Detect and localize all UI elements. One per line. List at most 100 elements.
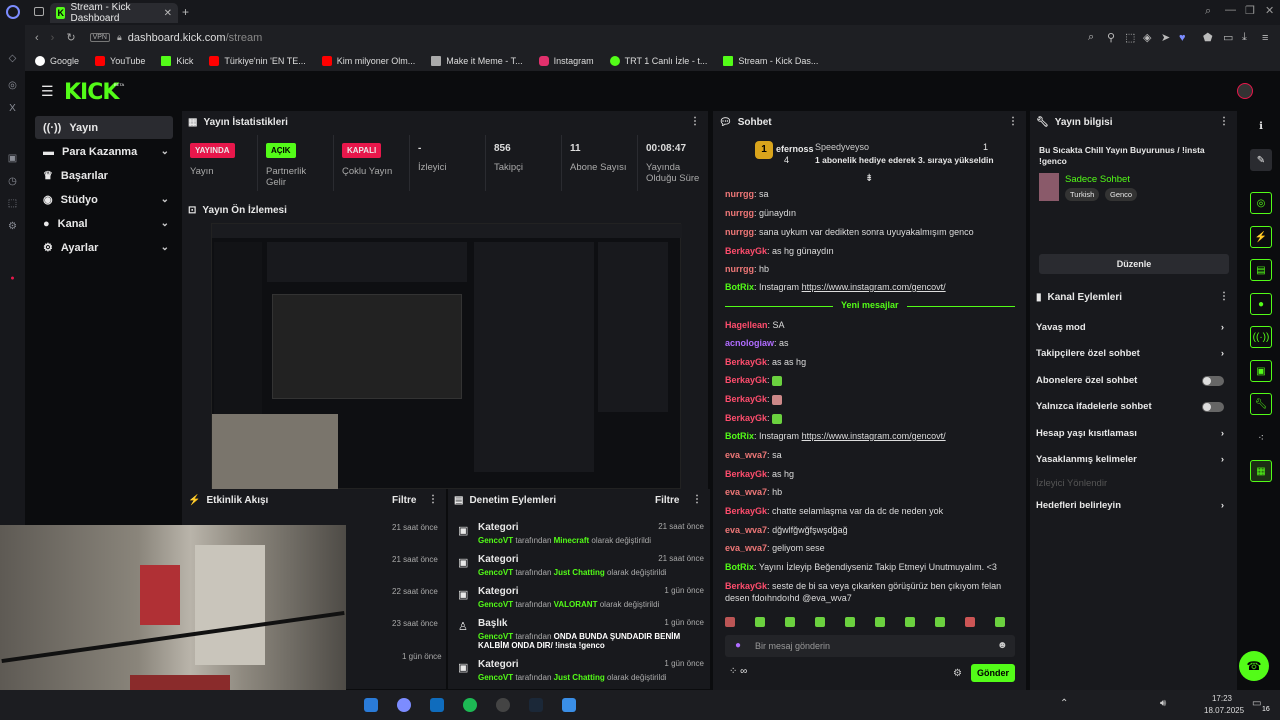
- chat-icon[interactable]: ●: [1250, 293, 1272, 315]
- wrench-icon[interactable]: 🔧︎: [1250, 393, 1272, 415]
- bookmark-instagram[interactable]: Instagram: [538, 55, 594, 66]
- aria-icon[interactable]: ◇: [7, 53, 18, 64]
- outlook-icon[interactable]: [430, 698, 444, 712]
- more-icon[interactable]: ⋮: [428, 494, 438, 505]
- followers-only-row[interactable]: Takipçilere özel sohbet ›: [1030, 348, 1230, 359]
- steam-icon[interactable]: [364, 698, 378, 712]
- bookmark-kick-dashboard[interactable]: Stream - Kick Das...: [723, 55, 818, 66]
- more-icon[interactable]: ⋮: [1219, 291, 1229, 302]
- goals-row[interactable]: Hedefleri belirleyin ›: [1030, 500, 1230, 511]
- spotify-icon[interactable]: [463, 698, 477, 712]
- gift-user[interactable]: Speedyveyso: [815, 142, 869, 152]
- heart-icon[interactable]: ♥: [1179, 32, 1186, 44]
- menu-icon[interactable]: ≡: [1262, 32, 1268, 44]
- emote-icon[interactable]: [905, 617, 915, 628]
- app-icon[interactable]: [562, 698, 576, 712]
- maximize-icon[interactable]: ❐: [1245, 4, 1255, 17]
- pencil-icon[interactable]: ✎: [1250, 149, 1272, 171]
- stream-preview[interactable]: [211, 223, 682, 490]
- avatar[interactable]: [1237, 83, 1253, 99]
- emote-icon[interactable]: [755, 617, 765, 628]
- collapse-icon[interactable]: ⇟: [865, 173, 873, 184]
- close-tab-icon[interactable]: ✕: [164, 8, 172, 19]
- bookmark-make-it-meme[interactable]: Make it Meme - T...: [431, 55, 523, 66]
- more-icon[interactable]: ⋮: [692, 494, 702, 505]
- instagram-link[interactable]: https://www.instagram.com/gencovt/: [802, 282, 946, 292]
- bookmark-kick[interactable]: Kick: [161, 55, 193, 66]
- slow-mode-row[interactable]: Yavaş mod ›: [1030, 322, 1230, 333]
- filter-button[interactable]: Filtre: [655, 495, 679, 506]
- clapper-icon[interactable]: ▦: [1250, 460, 1272, 482]
- extensions-icon[interactable]: ⬚: [7, 198, 18, 209]
- browser-tab-active[interactable]: K Stream - Kick Dashboard ✕: [50, 2, 178, 24]
- wallet-icon[interactable]: ▭: [1223, 31, 1233, 44]
- tray-chevron-icon[interactable]: ⌃: [1060, 698, 1068, 709]
- top-gifter-name[interactable]: efernoss: [776, 144, 814, 154]
- download-icon[interactable]: ⤓: [1242, 31, 1247, 44]
- nav-studyo[interactable]: ◉ Stüdyo ⌄: [35, 188, 173, 211]
- messenger-icon[interactable]: ◎: [7, 80, 18, 91]
- emote-icon[interactable]: [845, 617, 855, 628]
- emote-icon[interactable]: [875, 617, 885, 628]
- zoom-icon[interactable]: ⌕: [1088, 31, 1094, 44]
- extension-puzzle-icon[interactable]: ⬟: [1203, 31, 1213, 44]
- settings-icon[interactable]: ⚙: [7, 221, 18, 232]
- emote-icon[interactable]: [815, 617, 825, 628]
- more-icon[interactable]: ⋮: [1008, 116, 1018, 127]
- workspaces-icon[interactable]: ▣: [7, 153, 18, 164]
- reload-icon[interactable]: ↻: [66, 31, 75, 44]
- bookmark-trt1[interactable]: TRT 1 Canlı İzle - t...: [609, 55, 707, 66]
- bookmark-google[interactable]: Google: [35, 55, 79, 66]
- emote-icon[interactable]: [935, 617, 945, 628]
- instagram-link[interactable]: https://www.instagram.com/gencovt/: [802, 431, 946, 441]
- history-icon[interactable]: ◷: [7, 176, 18, 187]
- edit-button[interactable]: Düzenle: [1039, 254, 1229, 274]
- info-icon[interactable]: ℹ: [1250, 115, 1272, 137]
- bookmark-en-te[interactable]: Türkiye'nin 'EN TE...: [209, 55, 306, 66]
- vpn-badge[interactable]: VPN: [89, 33, 110, 42]
- minimize-icon[interactable]: —: [1225, 4, 1236, 16]
- shield-icon[interactable]: ◈: [1143, 31, 1151, 44]
- more-icon[interactable]: ⋮: [1219, 116, 1229, 127]
- snapshot-icon[interactable]: ⬚: [1125, 31, 1135, 44]
- opera-logo-icon[interactable]: [6, 5, 20, 19]
- lightning-icon[interactable]: ⚡: [1250, 226, 1272, 248]
- chat-settings-icon[interactable]: ⚙: [953, 668, 962, 679]
- bookmark-youtube[interactable]: YouTube: [95, 55, 145, 66]
- record-icon[interactable]: ◎: [1250, 192, 1272, 214]
- send-button[interactable]: Gönder: [971, 664, 1015, 682]
- new-tab-icon[interactable]: +: [182, 5, 189, 19]
- nav-basarilar[interactable]: ♛ Başarılar: [35, 164, 173, 187]
- discord-icon[interactable]: [397, 698, 411, 712]
- bookmark-milyoner[interactable]: Kim milyoner Olm...: [321, 55, 415, 66]
- broadcast-icon[interactable]: ((·)): [1250, 326, 1272, 348]
- points-icon[interactable]: ⁘ ∞: [729, 666, 747, 677]
- tab-switcher-icon[interactable]: [34, 7, 44, 16]
- nav-para-kazanma[interactable]: ▬ Para Kazanma ⌄: [35, 140, 173, 163]
- volume-icon[interactable]: 🔊︎: [1160, 698, 1166, 709]
- url-field[interactable]: dashboard.kick.com/stream: [128, 32, 263, 44]
- emote-icon[interactable]: [995, 617, 1005, 628]
- emote-only-toggle[interactable]: [1202, 401, 1224, 412]
- pin-icon[interactable]: ⚲: [1107, 31, 1115, 44]
- send-icon[interactable]: ➤: [1161, 31, 1170, 44]
- chat-input[interactable]: ● Bir mesaj gönderin ☻: [725, 635, 1015, 657]
- emoji-icon[interactable]: ☻: [997, 640, 1008, 651]
- notification-icon[interactable]: ▭: [1252, 698, 1261, 709]
- hamburger-menu-icon[interactable]: ☰: [41, 83, 54, 100]
- close-window-icon[interactable]: ✕: [1265, 4, 1274, 17]
- nav-kanal[interactable]: ● Kanal ⌄: [35, 212, 173, 235]
- filter-button[interactable]: Filtre: [392, 495, 416, 506]
- help-button[interactable]: ☎: [1239, 651, 1269, 681]
- back-icon[interactable]: ‹: [35, 32, 39, 44]
- subscribers-only-toggle[interactable]: [1202, 375, 1224, 386]
- search-tabs-icon[interactable]: ⌕: [1205, 5, 1211, 18]
- kick-logo[interactable]: KICK: [64, 80, 119, 105]
- category-link[interactable]: Sadece Sohbet: [1065, 174, 1130, 185]
- forward-icon[interactable]: ›: [51, 32, 55, 44]
- emote-icon[interactable]: [965, 617, 975, 628]
- nav-ayarlar[interactable]: ⚙ Ayarlar ⌄: [35, 236, 173, 259]
- steam-client-icon[interactable]: [529, 698, 543, 712]
- clock-date[interactable]: 18.07.2025: [1204, 706, 1244, 715]
- nodes-icon[interactable]: ⁖: [1250, 427, 1272, 449]
